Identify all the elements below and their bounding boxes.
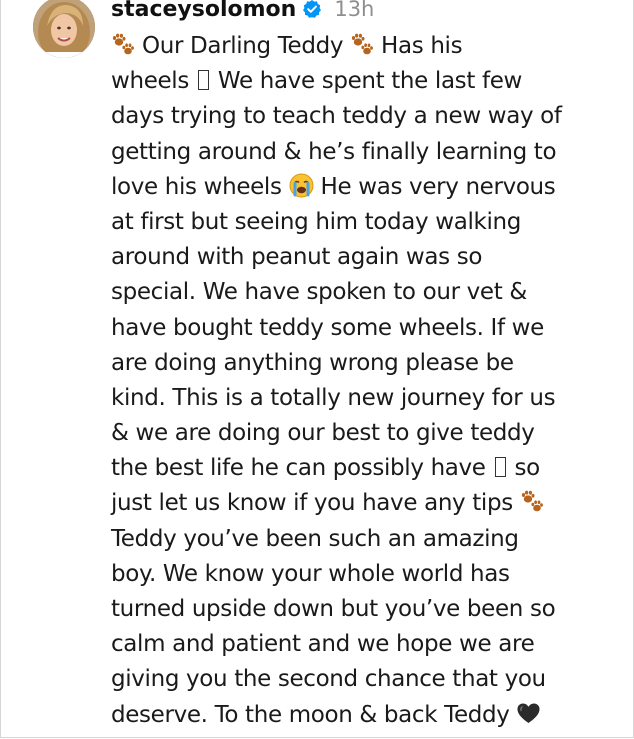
caption-text: deserve. To the moon & back Teddy (111, 701, 510, 728)
caption-text: Our Darling Teddy (141, 33, 344, 59)
caption-line: deserve. To the moon & back Teddy (111, 698, 611, 733)
caption-line: love his wheels He was very nervous (111, 170, 611, 205)
caption-line: turned upside down but you’ve been so (111, 596, 556, 622)
caption-line: Our Darling Teddy Has his (111, 29, 611, 64)
caption-line: boy. We know your whole world has (111, 560, 510, 587)
missing-glyph-icon (494, 457, 506, 478)
caption-text: love his wheels (111, 173, 282, 200)
missing-glyph-icon (197, 70, 209, 91)
paw-prints-icon (350, 32, 374, 56)
caption-text: the best life he can possibly have (111, 455, 486, 482)
verified-badge-icon (302, 0, 322, 19)
caption-line: Teddy you’ve been such an amazing (111, 525, 519, 552)
caption-text: We have spent the last few (217, 68, 522, 95)
caption-line: wheels We have spent the last few (111, 64, 611, 99)
caption-line: the best life he can possibly have so (111, 451, 611, 486)
post-body: staceysolomon 13h Our Darling Teddy Has … (111, 0, 611, 733)
caption-line: around with peanut again was so (111, 244, 483, 271)
caption-line: kind. This is a totally new journey for … (111, 384, 556, 411)
caption-text: wheels (111, 68, 189, 95)
caption-line: are doing anything wrong please be (111, 349, 514, 376)
caption-line: special. We have spoken to our vet & (111, 279, 527, 306)
caption-text: so (514, 455, 541, 482)
caption-text: just let us know if you have any tips (111, 490, 513, 517)
caption-line: getting around & he’s finally learning t… (111, 138, 557, 165)
caption-line: days trying to teach teddy a new way of (111, 103, 562, 130)
caption-line: & we are doing our best to give teddy (111, 420, 535, 447)
post-caption: Our Darling Teddy Has his wheels We have… (111, 29, 611, 733)
post-header: staceysolomon 13h (111, 0, 611, 24)
caption-line: at first but seeing him today walking (111, 208, 521, 235)
black-heart-icon (516, 701, 541, 726)
caption-line: giving you the second chance that you (111, 666, 546, 693)
caption-line: just let us know if you have any tips (111, 486, 611, 521)
caption-text: Has his (381, 33, 463, 59)
paw-prints-icon (111, 32, 135, 56)
paw-prints-icon (520, 489, 544, 513)
caption-line: have bought teddy some wheels. If we (111, 314, 544, 341)
caption-line: calm and patient and we hope we are (111, 631, 535, 658)
username-link[interactable]: staceysolomon (111, 0, 296, 22)
post-timestamp: 13h (334, 0, 375, 21)
caption-text: He was very nervous (320, 173, 556, 200)
crying-face-icon (289, 173, 314, 198)
